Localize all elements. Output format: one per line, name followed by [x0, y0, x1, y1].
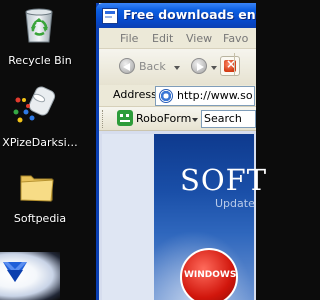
back-button[interactable]: Back	[139, 60, 166, 73]
forward-arrow-icon[interactable]	[191, 58, 207, 74]
menu-bar: File Edit View Favo	[99, 28, 256, 49]
roboform-dropdown-icon[interactable]	[192, 118, 198, 122]
download-arrow-icon	[3, 262, 27, 282]
menu-edit[interactable]: Edit	[152, 32, 173, 45]
roboform-button[interactable]: RoboForm	[136, 112, 191, 125]
back-dropdown-icon[interactable]	[174, 66, 180, 70]
desktop-icon-recycle-bin[interactable]: Recycle Bin	[0, 0, 80, 72]
toolbar-grip[interactable]	[102, 110, 105, 128]
recycle-bin-icon	[21, 6, 57, 44]
xpize-icon	[12, 86, 60, 130]
desktop-icon-label[interactable]: XPizeDarksi…	[0, 136, 80, 149]
banner-title: SOFT	[180, 163, 268, 197]
folder-icon[interactable]	[19, 168, 55, 204]
page-icon	[102, 8, 118, 24]
toolbar-separator	[234, 53, 235, 75]
menu-view[interactable]: View	[186, 32, 212, 45]
banner-subtitle: Update	[215, 197, 255, 210]
window-title: Free downloads en	[123, 7, 256, 22]
roboform-icon[interactable]	[117, 110, 133, 126]
page-left-panel	[102, 134, 154, 300]
stop-icon[interactable]	[220, 56, 240, 76]
desktop-icon-label: Recycle Bin	[8, 54, 72, 67]
windows-badge-label: WINDOWS	[184, 270, 237, 280]
forward-dropdown-icon[interactable]	[211, 66, 217, 70]
window-titlebar[interactable]: Free downloads en	[96, 3, 256, 28]
back-arrow-icon[interactable]	[119, 58, 135, 74]
download-arrow-tile[interactable]	[0, 252, 60, 300]
search-label[interactable]: Search	[204, 112, 242, 125]
menu-favorites[interactable]: Favo	[223, 32, 248, 45]
ie-page-icon	[159, 89, 173, 103]
address-url[interactable]: http://www.so	[177, 89, 253, 102]
address-label: Address	[113, 88, 157, 101]
desktop-icon-label[interactable]: Softpedia	[0, 212, 80, 225]
menu-file[interactable]: File	[120, 32, 138, 45]
